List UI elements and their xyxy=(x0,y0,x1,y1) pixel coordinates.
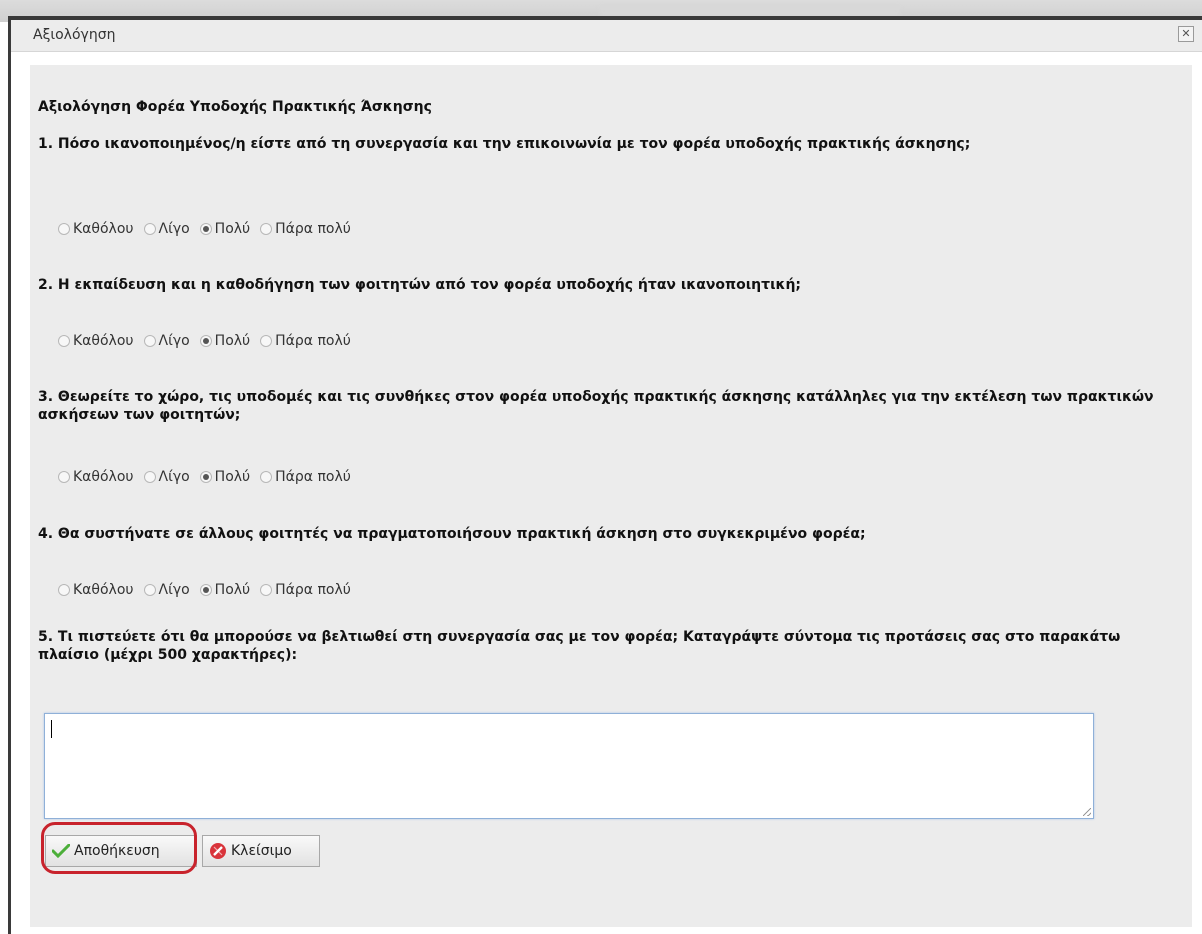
question-3-options: Καθόλου Λίγο Πολύ Πάρα πολύ xyxy=(58,469,361,485)
radio-button[interactable] xyxy=(199,584,212,596)
evaluation-dialog: Αξιολόγηση ✕ Αξιολόγηση Φορέα Υποδοχής Π… xyxy=(8,16,1202,934)
radio-label: Πολύ xyxy=(214,582,251,598)
radio-label: Πολύ xyxy=(214,469,251,485)
save-button[interactable]: Αποθήκευση xyxy=(45,835,197,867)
radio-option[interactable]: Πάρα πολύ xyxy=(260,582,351,598)
radio-label: Λίγο xyxy=(158,221,190,237)
radio-button[interactable] xyxy=(143,471,156,483)
radio-option[interactable]: Πολύ xyxy=(199,333,251,349)
radio-button[interactable] xyxy=(199,471,212,483)
close-button-label: Κλείσιμο xyxy=(231,843,292,859)
radio-label: Πάρα πολύ xyxy=(275,582,351,598)
question-2: 2. Η εκπαίδευση και η καθοδήγηση των φοι… xyxy=(38,277,802,293)
radio-label: Πάρα πολύ xyxy=(275,221,351,237)
radio-button[interactable] xyxy=(260,223,273,235)
radio-button[interactable] xyxy=(58,471,70,483)
text-caret xyxy=(51,720,52,738)
dialog-title: Αξιολόγηση xyxy=(33,27,116,43)
radio-option[interactable]: Πάρα πολύ xyxy=(260,221,351,237)
radio-label: Πολύ xyxy=(214,221,251,237)
radio-label: Καθόλου xyxy=(73,469,134,485)
form-panel: Αξιολόγηση Φορέα Υποδοχής Πρακτικής Άσκη… xyxy=(30,65,1192,927)
radio-button[interactable] xyxy=(199,223,212,235)
radio-label: Πολύ xyxy=(214,333,251,349)
radio-button[interactable] xyxy=(143,223,156,235)
radio-option[interactable]: Λίγο xyxy=(143,333,190,349)
radio-label: Λίγο xyxy=(158,333,190,349)
checkmark-icon xyxy=(52,844,70,858)
radio-option[interactable]: Πολύ xyxy=(199,221,251,237)
radio-option[interactable]: Λίγο xyxy=(143,221,190,237)
question-4: 4. Θα συστήνατε σε άλλους φοιτητές να πρ… xyxy=(38,526,866,542)
dialog-titlebar: Αξιολόγηση ✕ xyxy=(11,20,1202,52)
radio-option[interactable]: Πολύ xyxy=(199,469,251,485)
cancel-icon xyxy=(209,842,227,860)
question-1-options: Καθόλου Λίγο Πολύ Πάρα πολύ xyxy=(58,221,361,237)
radio-button[interactable] xyxy=(58,223,70,235)
close-icon[interactable]: ✕ xyxy=(1178,26,1194,42)
radio-option[interactable]: Πάρα πολύ xyxy=(260,469,351,485)
question-1: 1. Πόσο ικανοποιημένος/η είστε από τη συ… xyxy=(38,136,971,152)
radio-option[interactable]: Καθόλου xyxy=(58,469,134,485)
suggestions-textarea[interactable] xyxy=(44,713,1094,819)
radio-button[interactable] xyxy=(143,335,156,347)
radio-button[interactable] xyxy=(260,335,273,347)
save-button-label: Αποθήκευση xyxy=(74,843,160,859)
radio-label: Καθόλου xyxy=(73,582,134,598)
radio-button[interactable] xyxy=(260,471,273,483)
radio-label: Καθόλου xyxy=(73,221,134,237)
radio-option[interactable]: Λίγο xyxy=(143,582,190,598)
radio-button[interactable] xyxy=(58,335,70,347)
radio-option[interactable]: Πολύ xyxy=(199,582,251,598)
close-button[interactable]: Κλείσιμο xyxy=(202,835,320,867)
radio-label: Πάρα πολύ xyxy=(275,469,351,485)
radio-option[interactable]: Καθόλου xyxy=(58,582,134,598)
resize-grip-icon[interactable] xyxy=(1083,808,1091,816)
form-heading: Αξιολόγηση Φορέα Υποδοχής Πρακτικής Άσκη… xyxy=(38,99,432,115)
radio-option[interactable]: Λίγο xyxy=(143,469,190,485)
radio-button[interactable] xyxy=(199,335,212,347)
question-3: 3. Θεωρείτε το χώρο, τις υποδομές και τι… xyxy=(38,389,1154,423)
radio-button[interactable] xyxy=(143,584,156,596)
radio-label: Πάρα πολύ xyxy=(275,333,351,349)
radio-label: Λίγο xyxy=(158,582,190,598)
radio-option[interactable]: Καθόλου xyxy=(58,333,134,349)
radio-option[interactable]: Καθόλου xyxy=(58,221,134,237)
radio-button[interactable] xyxy=(58,584,70,596)
backdrop-blurred-text xyxy=(600,6,900,16)
radio-option[interactable]: Πάρα πολύ xyxy=(260,333,351,349)
question-5: 5. Τι πιστεύετε ότι θα μπορούσε να βελτι… xyxy=(38,629,1121,663)
question-2-options: Καθόλου Λίγο Πολύ Πάρα πολύ xyxy=(58,333,361,349)
question-4-options: Καθόλου Λίγο Πολύ Πάρα πολύ xyxy=(58,582,361,598)
radio-label: Λίγο xyxy=(158,469,190,485)
radio-button[interactable] xyxy=(260,584,273,596)
radio-label: Καθόλου xyxy=(73,333,134,349)
